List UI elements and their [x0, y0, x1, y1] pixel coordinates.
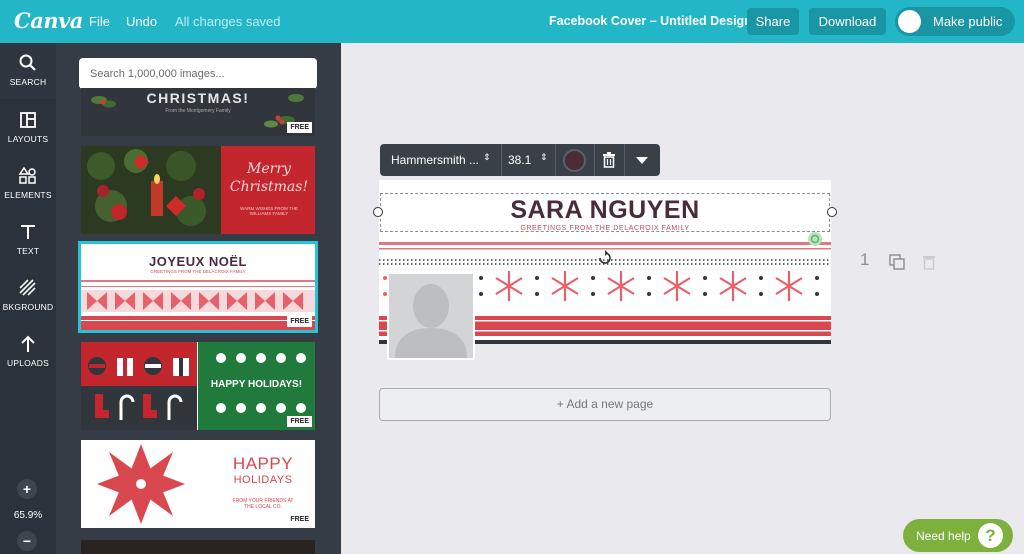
divider: [555, 144, 556, 176]
free-badge: FREE: [287, 122, 312, 133]
sweater-pattern: [81, 280, 315, 330]
sidebar-item-label: SEARCH: [9, 77, 47, 87]
wreath-photo: [81, 146, 221, 234]
make-public-toggle[interactable]: Make public: [895, 7, 1015, 36]
sidebar-item-label: ELEMENTS: [4, 190, 52, 200]
add-page-button[interactable]: + Add a new page: [379, 388, 831, 421]
free-badge: FREE: [287, 316, 312, 327]
sidebar-item-label: LAYOUTS: [7, 134, 49, 144]
sidebar-item-search[interactable]: SEARCH: [0, 43, 56, 99]
search-icon: [19, 54, 36, 71]
upload-icon: [21, 335, 35, 352]
duplicate-page-icon[interactable]: [889, 254, 905, 270]
layouts-icon: [20, 112, 36, 128]
sidebar-item-elements[interactable]: ELEMENTS: [0, 156, 56, 212]
design-canvas-area: Hammersmith ... ⇕ 38.1 ⇕ SARA NGUYEN GRE…: [341, 43, 1024, 554]
undo-button[interactable]: Undo: [126, 14, 157, 29]
divider: [501, 144, 502, 176]
sidebar-item-text[interactable]: TEXT: [0, 212, 56, 268]
sidebar-item-background[interactable]: BKGROUND: [0, 268, 56, 324]
template-thumbnail[interactable]: HAPPY HOLIDAYS FROM YOUR FRIENDS AT THE …: [81, 440, 315, 528]
top-bar: Canva File Undo All changes saved Facebo…: [0, 0, 1024, 43]
font-selector[interactable]: Hammersmith ...: [391, 153, 479, 167]
canva-logo[interactable]: Canva: [14, 8, 83, 33]
template-subtitle: FROM YOUR FRIENDS AT THE LOCAL CO.: [232, 498, 294, 510]
resize-handle-right[interactable]: [827, 207, 837, 217]
text-toolbar: Hammersmith ... ⇕ 38.1 ⇕: [380, 144, 660, 176]
sidebar-item-label: UPLOADS: [6, 358, 50, 368]
need-help-label: Need help: [916, 529, 971, 543]
font-size-selector[interactable]: 38.1: [508, 153, 531, 167]
sidebar-item-label: TEXT: [16, 246, 40, 256]
zoom-out-button[interactable]: −: [17, 531, 37, 551]
profile-photo-placeholder[interactable]: [387, 272, 475, 360]
share-button[interactable]: Share: [747, 8, 799, 35]
need-help-button[interactable]: Need help ?: [903, 519, 1013, 552]
font-chevron-icon: ⇕: [483, 152, 491, 162]
template-title-line2: HOLIDAYS: [233, 474, 293, 486]
link-icon[interactable]: [807, 231, 823, 247]
template-thumbnail[interactable]: HAPPY HOLIDAYS! FREE: [81, 342, 315, 430]
avatar-silhouette-icon: [395, 284, 467, 358]
trash-icon[interactable]: [602, 152, 616, 168]
divider: [594, 144, 595, 176]
resize-handle-left[interactable]: [373, 207, 383, 217]
document-title[interactable]: Facebook Cover – Untitled Design: [549, 14, 752, 28]
text-selection-box: [380, 193, 830, 232]
delete-page-icon[interactable]: [921, 254, 937, 270]
sidebar-item-uploads[interactable]: UPLOADS: [0, 324, 56, 380]
help-question-icon: ?: [978, 523, 1003, 548]
zoom-in-button[interactable]: +: [17, 479, 37, 499]
template-title: HAPPY HOLIDAYS!: [210, 379, 303, 390]
sidebar-rail: SEARCH LAYOUTS ELEMENTS TEXT BKGROUND UP…: [0, 43, 56, 554]
template-title: Merry Christmas!: [229, 161, 309, 195]
template-thumbnail[interactable]: CHRISTMAS! From the Montgomery Family FR…: [81, 88, 315, 136]
free-badge: FREE: [287, 416, 312, 427]
search-input[interactable]: [79, 58, 317, 89]
template-thumbnail-selected[interactable]: JOYEUX NOËL GREETINGS FROM THE DELACROIX…: [78, 241, 318, 333]
templates-panel: CHRISTMAS! From the Montgomery Family FR…: [56, 43, 341, 554]
elements-icon: [18, 166, 36, 184]
free-badge: FREE: [287, 514, 312, 525]
download-button[interactable]: Download: [809, 8, 886, 35]
template-subtitle: WARM WISHES FROM THE WILLIAMS FAMILY: [240, 206, 298, 216]
template-title: HAPPY: [232, 454, 294, 473]
template-thumbnail[interactable]: [81, 540, 315, 554]
file-menu[interactable]: File: [89, 14, 110, 29]
design-page[interactable]: SARA NGUYEN GREETINGS FROM THE DELACROIX…: [373, 180, 837, 360]
template-subtitle: From the Montgomery Family: [165, 108, 231, 114]
zoom-level: 65.9%: [13, 510, 43, 521]
text-icon: [21, 225, 35, 239]
size-chevron-icon: ⇕: [540, 152, 548, 162]
make-public-label: Make public: [933, 14, 1003, 29]
sidebar-item-label: BKGROUND: [2, 302, 54, 312]
more-chevron-down-icon[interactable]: [636, 157, 648, 164]
rotate-handle-icon[interactable]: [597, 250, 613, 266]
sidebar-item-layouts[interactable]: LAYOUTS: [0, 100, 56, 156]
template-title: CHRISTMAS!: [146, 90, 250, 106]
divider: [624, 144, 625, 176]
toggle-knob: [898, 10, 921, 33]
save-status: All changes saved: [175, 14, 281, 29]
template-thumbnail[interactable]: Merry Christmas! WARM WISHES FROM THE WI…: [81, 146, 315, 234]
background-icon: [19, 279, 36, 296]
page-number: 1: [860, 250, 870, 269]
text-color-picker[interactable]: [563, 149, 586, 172]
